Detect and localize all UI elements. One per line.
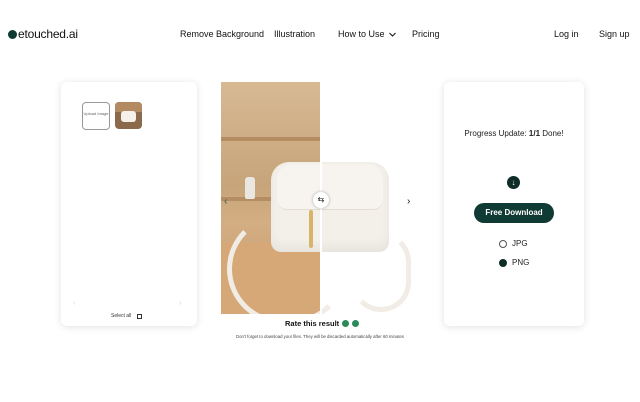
bag-tassel (309, 210, 313, 248)
before-after-viewer[interactable]: ⇆ ‹ › (221, 82, 419, 314)
chevron-left-icon[interactable]: ‹ (73, 300, 75, 307)
image-thumbnail[interactable] (115, 102, 142, 129)
thumbnail-bag (121, 111, 136, 122)
signup-link[interactable]: Sign up (599, 29, 630, 39)
free-download-button[interactable]: Free Download (474, 203, 554, 223)
shelf (221, 137, 321, 141)
progress-status: Progress Update: 1/1 Done! (444, 129, 584, 138)
download-icon[interactable]: ↓ (507, 176, 520, 189)
bag-flap (277, 164, 383, 210)
progress-suffix: Done! (542, 129, 564, 138)
select-all-label: Select all (111, 313, 132, 319)
radio-jpg[interactable] (499, 239, 507, 248)
nav-illustration[interactable]: Illustration (274, 29, 315, 39)
format-label-png: PNG (512, 258, 530, 267)
nav-pricing[interactable]: Pricing (412, 29, 440, 39)
download-panel: Progress Update: 1/1 Done! ↓ Free Downlo… (444, 82, 584, 326)
nav-how-to-use[interactable]: How to Use (338, 29, 396, 39)
thumbs-up-icon[interactable] (342, 320, 350, 327)
chevron-right-icon[interactable]: › (407, 196, 410, 207)
rate-result: Rate this result (285, 319, 360, 328)
progress-prefix: Progress Update: (464, 129, 527, 138)
progress-count: 1/1 (528, 129, 541, 138)
logo-text: etouched.ai (18, 27, 78, 41)
chevron-left-icon[interactable]: ‹ (224, 196, 227, 207)
radio-png[interactable] (499, 258, 507, 267)
chevron-right-icon[interactable]: › (179, 300, 181, 307)
site-header: etouched.ai Remove Background Illustrati… (0, 0, 640, 68)
image-list-panel: Upload Image ‹ › Select all (61, 82, 197, 326)
compare-arrows-icon[interactable]: ⇆ (313, 192, 329, 208)
nav-remove-background[interactable]: Remove Background (180, 29, 264, 39)
format-label-jpg: JPG (512, 239, 528, 248)
select-all[interactable]: Select all (111, 313, 143, 319)
format-option-png[interactable]: PNG (499, 258, 529, 267)
upload-image-button[interactable]: Upload Image (82, 102, 110, 130)
rate-label: Rate this result (285, 319, 340, 328)
chevron-down-icon (389, 32, 396, 37)
thumbs-down-icon[interactable] (352, 320, 360, 327)
discard-notice: Don't forget to download your files. The… (236, 334, 404, 339)
login-link[interactable]: Log in (554, 29, 579, 39)
vase (245, 177, 255, 199)
logo-mark-icon (8, 29, 17, 39)
format-option-jpg[interactable]: JPG (499, 239, 528, 248)
logo[interactable]: etouched.ai (8, 27, 78, 41)
checkbox-icon[interactable] (137, 313, 143, 319)
nav-how-to-use-label: How to Use (338, 29, 385, 39)
